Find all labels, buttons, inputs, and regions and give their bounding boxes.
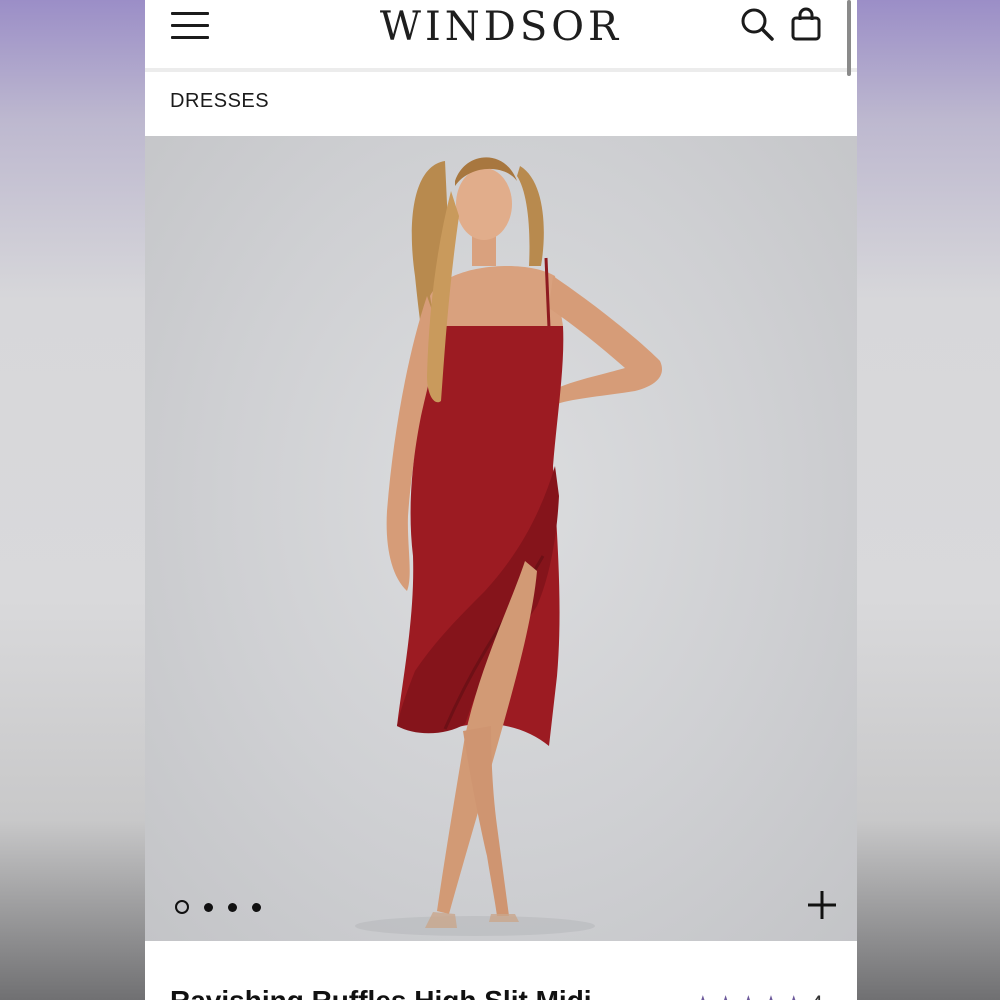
search-icon[interactable] bbox=[739, 6, 779, 46]
phone-screen: WINDSOR DRESSES bbox=[145, 0, 857, 1000]
product-image-carousel[interactable] bbox=[145, 136, 857, 941]
scrollbar[interactable] bbox=[847, 0, 851, 76]
carousel-dot[interactable] bbox=[204, 902, 213, 912]
shopping-bag-icon[interactable] bbox=[787, 6, 827, 46]
product-title: Ravishing Ruffles High Slit Midi bbox=[170, 985, 592, 1000]
carousel-dot[interactable] bbox=[228, 902, 237, 912]
site-header: WINDSOR bbox=[145, 0, 857, 76]
carousel-dot-active[interactable] bbox=[175, 900, 189, 914]
rating-stars: ★★★★★ bbox=[693, 991, 807, 1000]
carousel-indicators bbox=[175, 900, 276, 914]
carousel-dot[interactable] bbox=[252, 902, 261, 912]
plus-icon[interactable] bbox=[805, 888, 839, 922]
product-rating[interactable]: ★★★★★ 4 bbox=[693, 991, 823, 1000]
product-photo bbox=[355, 157, 663, 936]
product-info: Ravishing Ruffles High Slit Midi ★★★★★ 4 bbox=[145, 941, 857, 1000]
breadcrumb[interactable]: DRESSES bbox=[170, 90, 269, 113]
review-count: 4 bbox=[811, 991, 823, 1000]
